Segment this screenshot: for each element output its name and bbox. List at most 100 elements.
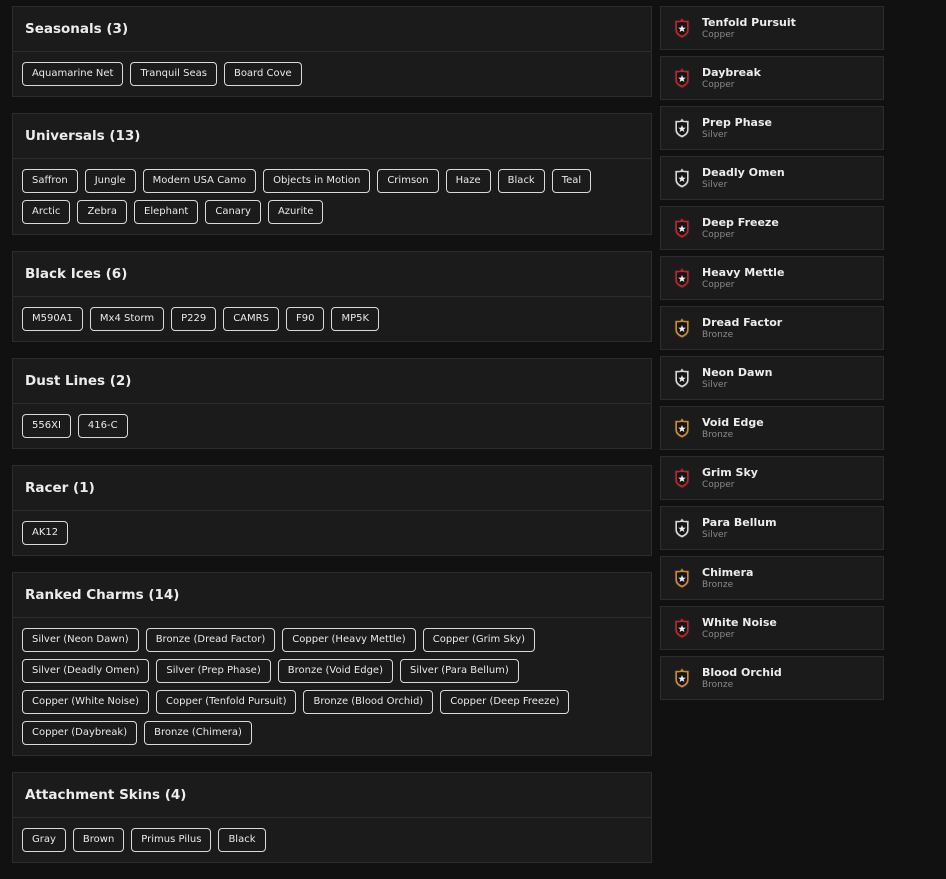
charm-text: Chimera Bronze xyxy=(702,566,753,591)
charm-tier: Silver xyxy=(702,129,728,140)
item-chip[interactable]: Mx4 Storm xyxy=(89,307,165,331)
item-chip[interactable]: Silver (Para Bellum) xyxy=(399,659,519,683)
item-chip[interactable]: Bronze (Dread Factor) xyxy=(145,628,276,652)
charm-card-tenfold-pursuit[interactable]: Tenfold Pursuit Copper xyxy=(660,6,884,50)
charm-name: Neon Dawn xyxy=(702,365,773,379)
rank-shield-icon xyxy=(674,467,690,489)
charm-text: Daybreak Copper xyxy=(702,66,761,91)
item-chip[interactable]: Copper (White Noise) xyxy=(22,690,150,714)
item-chip[interactable]: Modern USA Camo xyxy=(142,169,257,193)
section-items: Aquamarine Net Tranquil Seas Board Cove xyxy=(13,52,651,96)
charm-text: Dread Factor Bronze xyxy=(702,316,782,341)
section-seasonals: Seasonals (3) Aquamarine Net Tranquil Seas… xyxy=(12,6,652,97)
charm-text: Neon Dawn Silver xyxy=(702,366,772,391)
item-chip[interactable]: Copper (Tenfold Pursuit) xyxy=(156,690,297,714)
item-chip[interactable]: Objects in Motion xyxy=(263,169,371,193)
section-title: Ranked Charms (14) xyxy=(13,573,651,618)
section-items: Gray Brown Primus Pilus Black xyxy=(13,818,651,862)
charm-card-void-edge[interactable]: Void Edge Bronze xyxy=(660,406,884,450)
item-chip[interactable]: Arctic xyxy=(22,200,71,224)
item-chip[interactable]: CAMRS xyxy=(223,307,279,331)
collection-sections: Seasonals (3) Aquamarine Net Tranquil Seas… xyxy=(12,6,652,879)
charm-card-white-noise[interactable]: White Noise Copper xyxy=(660,606,884,650)
item-chip[interactable]: MP5K xyxy=(331,307,380,331)
charm-card-heavy-mettle[interactable]: Heavy Mettle Copper xyxy=(660,256,884,300)
charm-tier: Bronze xyxy=(702,329,734,340)
charm-tier: Copper xyxy=(702,29,735,40)
charm-card-prep-phase[interactable]: Prep Phase Silver xyxy=(660,106,884,150)
item-chip[interactable]: Haze xyxy=(445,169,491,193)
section-title: Attachment Skins (4) xyxy=(13,773,651,818)
charm-name: Dread Factor xyxy=(702,315,783,329)
item-chip[interactable]: Jungle xyxy=(84,169,136,193)
item-chip[interactable]: F90 xyxy=(285,307,325,331)
item-chip[interactable]: Tranquil Seas xyxy=(130,62,217,86)
item-chip[interactable]: Copper (Grim Sky) xyxy=(422,628,536,652)
charm-card-dread-factor[interactable]: Dread Factor Bronze xyxy=(660,306,884,350)
section-racer: Racer (1) AK12 xyxy=(12,465,652,556)
charm-name: Heavy Mettle xyxy=(702,265,785,279)
item-chip[interactable]: Black xyxy=(218,828,266,852)
item-chip[interactable]: 416-C xyxy=(77,414,128,438)
item-chip[interactable]: Saffron xyxy=(22,169,78,193)
charm-name: Chimera xyxy=(702,565,754,579)
item-chip[interactable]: Teal xyxy=(551,169,592,193)
item-chip[interactable]: Zebra xyxy=(77,200,128,224)
item-chip[interactable]: Brown xyxy=(72,828,125,852)
charm-card-para-bellum[interactable]: Para Bellum Silver xyxy=(660,506,884,550)
charm-tier: Copper xyxy=(702,629,735,640)
charm-name: Prep Phase xyxy=(702,115,772,129)
rank-shield-icon xyxy=(674,317,690,339)
item-chip[interactable]: Silver (Deadly Omen) xyxy=(22,659,150,683)
charm-card-blood-orchid[interactable]: Blood Orchid Bronze xyxy=(660,656,884,700)
item-chip[interactable]: Copper (Deep Freeze) xyxy=(440,690,570,714)
section-title: Racer (1) xyxy=(13,466,651,511)
charm-card-deep-freeze[interactable]: Deep Freeze Copper xyxy=(660,206,884,250)
section-title: Universals (13) xyxy=(13,114,651,159)
item-chip[interactable]: Black xyxy=(497,169,545,193)
charm-card-deadly-omen[interactable]: Deadly Omen Silver xyxy=(660,156,884,200)
item-chip[interactable]: Copper (Daybreak) xyxy=(22,721,138,745)
section-items: M590A1 Mx4 Storm P229 CAMRS F90 MP5K xyxy=(13,297,651,341)
item-chip[interactable]: AK12 xyxy=(22,521,69,545)
item-chip[interactable]: Primus Pilus xyxy=(131,828,212,852)
item-chip[interactable]: Bronze (Blood Orchid) xyxy=(303,690,434,714)
item-chip[interactable]: Canary xyxy=(205,200,261,224)
rank-shield-icon xyxy=(674,617,690,639)
rank-shield-icon xyxy=(674,367,690,389)
item-chip[interactable]: Elephant xyxy=(134,200,199,224)
charm-tier: Copper xyxy=(702,279,735,290)
item-chip[interactable]: Azurite xyxy=(267,200,324,224)
item-chip[interactable]: 556XI xyxy=(22,414,71,438)
item-chip[interactable]: M590A1 xyxy=(22,307,83,331)
charm-tier: Silver xyxy=(702,529,728,540)
rank-shield-icon xyxy=(674,567,690,589)
item-chip[interactable]: Silver (Neon Dawn) xyxy=(22,628,139,652)
rank-shield-icon xyxy=(674,417,690,439)
item-chip[interactable]: Copper (Heavy Mettle) xyxy=(282,628,416,652)
charm-text: White Noise Copper xyxy=(702,616,777,641)
item-chip[interactable]: Gray xyxy=(22,828,66,852)
item-chip[interactable]: Bronze (Void Edge) xyxy=(277,659,393,683)
section-ranked-charms: Ranked Charms (14) Silver (Neon Dawn) Bron… xyxy=(12,572,652,756)
charm-text: Para Bellum Silver xyxy=(702,516,777,541)
item-chip[interactable]: Aquamarine Net xyxy=(22,62,124,86)
item-chip[interactable]: Silver (Prep Phase) xyxy=(156,659,271,683)
charm-card-daybreak[interactable]: Daybreak Copper xyxy=(660,56,884,100)
charm-name: Tenfold Pursuit xyxy=(702,15,796,29)
item-chip[interactable]: P229 xyxy=(171,307,217,331)
section-dust-lines: Dust Lines (2) 556XI 416-C xyxy=(12,358,652,449)
charm-text: Tenfold Pursuit Copper xyxy=(702,16,796,41)
charm-tier: Copper xyxy=(702,479,735,490)
item-chip[interactable]: Bronze (Chimera) xyxy=(144,721,252,745)
charm-card-chimera[interactable]: Chimera Bronze xyxy=(660,556,884,600)
item-chip[interactable]: Crimson xyxy=(377,169,439,193)
charm-tier: Copper xyxy=(702,229,735,240)
item-chip[interactable]: Board Cove xyxy=(223,62,302,86)
charm-card-neon-dawn[interactable]: Neon Dawn Silver xyxy=(660,356,884,400)
rank-shield-icon xyxy=(674,517,690,539)
charm-card-grim-sky[interactable]: Grim Sky Copper xyxy=(660,456,884,500)
charm-name: Para Bellum xyxy=(702,515,777,529)
charm-name: White Noise xyxy=(702,615,777,629)
charm-text: Blood Orchid Bronze xyxy=(702,666,782,691)
